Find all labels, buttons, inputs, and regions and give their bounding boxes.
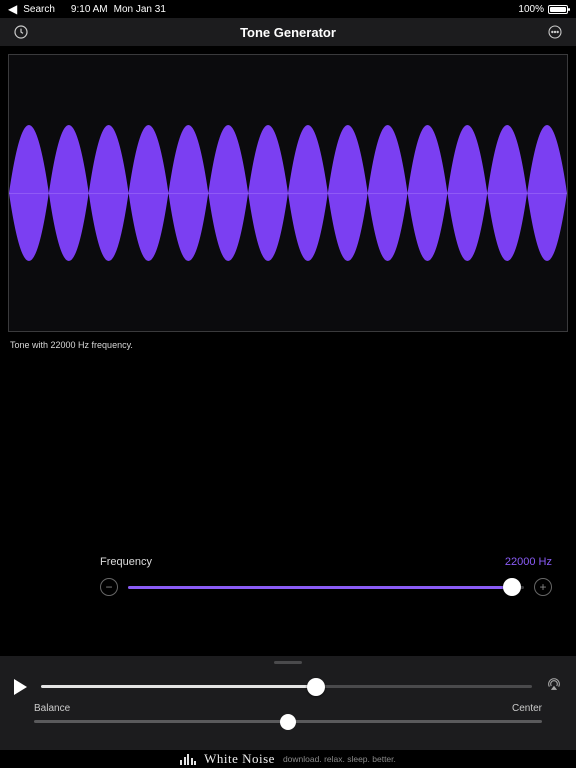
playback-panel: Balance Center xyxy=(0,656,576,750)
status-date: Mon Jan 31 xyxy=(114,4,166,15)
frequency-increment-button[interactable]: + xyxy=(534,578,552,596)
back-chevron-icon[interactable]: ◀ xyxy=(8,3,17,15)
balance-status: Center xyxy=(512,703,542,714)
airplay-icon[interactable] xyxy=(546,676,562,697)
progress-slider-thumb[interactable] xyxy=(307,678,325,696)
battery-percent: 100% xyxy=(518,4,544,15)
play-button[interactable] xyxy=(14,679,27,695)
equalizer-icon xyxy=(180,754,196,765)
frequency-slider-thumb[interactable] xyxy=(503,578,521,596)
status-bar: ◀ Search 9:10 AM Mon Jan 31 100% xyxy=(0,0,576,18)
battery-icon xyxy=(548,5,568,14)
waveform-caption: Tone with 22000 Hz frequency. xyxy=(8,340,568,350)
balance-slider[interactable] xyxy=(34,720,542,723)
frequency-value: 22000 Hz xyxy=(505,556,552,568)
waveform-display xyxy=(8,54,568,332)
footer-ad[interactable]: White Noise download. relax. sleep. bett… xyxy=(0,750,576,768)
progress-slider[interactable] xyxy=(41,685,532,688)
balance-slider-thumb[interactable] xyxy=(280,714,296,730)
page-title: Tone Generator xyxy=(0,25,576,40)
history-icon[interactable] xyxy=(10,21,32,43)
title-bar: Tone Generator xyxy=(0,18,576,46)
footer-brand: White Noise xyxy=(204,751,275,767)
status-time: 9:10 AM xyxy=(71,4,108,15)
balance-label: Balance xyxy=(34,703,70,714)
frequency-slider[interactable] xyxy=(128,586,524,589)
frequency-label: Frequency xyxy=(100,556,152,568)
footer-tagline: download. relax. sleep. better. xyxy=(283,754,396,764)
back-app-label[interactable]: Search xyxy=(23,4,55,15)
frequency-decrement-button[interactable]: − xyxy=(100,578,118,596)
more-icon[interactable] xyxy=(544,21,566,43)
